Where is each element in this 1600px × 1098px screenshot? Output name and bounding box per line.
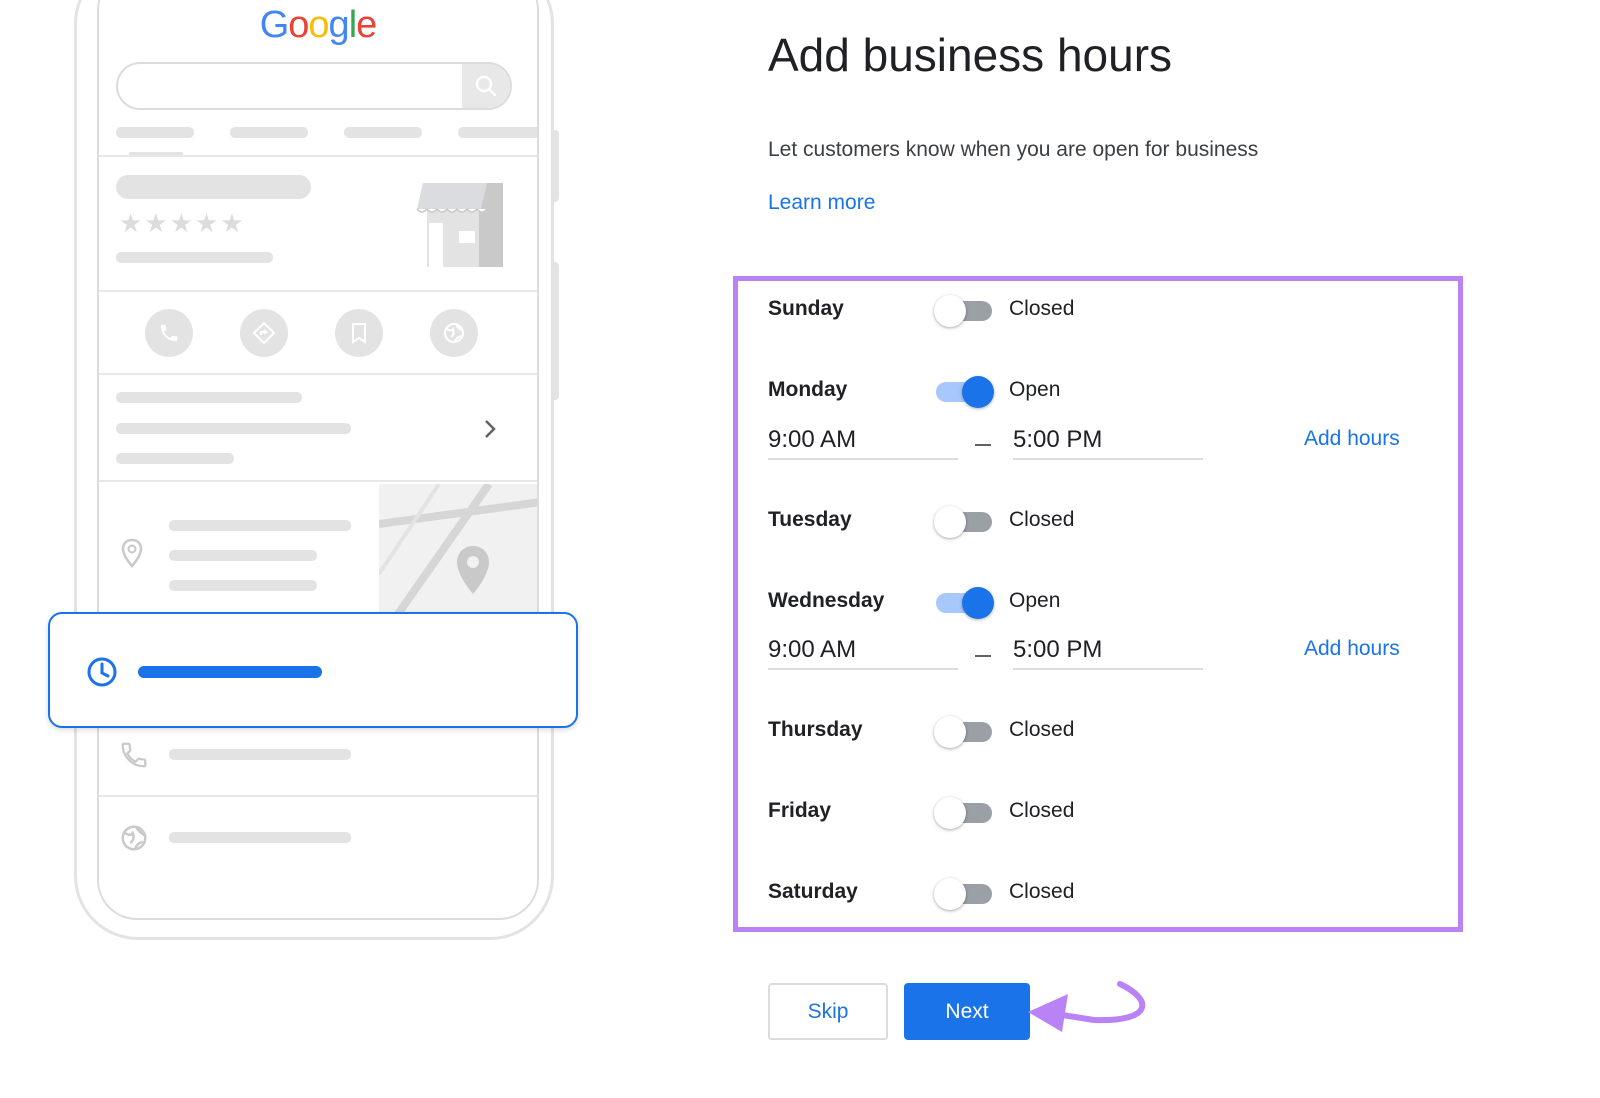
day-label-thursday: Thursday bbox=[768, 718, 863, 741]
monday-open-time-field[interactable]: 9:00 AM bbox=[768, 426, 958, 460]
mock-text-line bbox=[116, 423, 351, 434]
mock-divider bbox=[99, 155, 537, 157]
mock-tab bbox=[230, 127, 308, 138]
search-icon bbox=[462, 64, 510, 108]
mock-tab bbox=[458, 127, 537, 138]
time-range-dash bbox=[975, 444, 991, 446]
wednesday-add-hours-link[interactable]: Add hours bbox=[1304, 637, 1400, 661]
mock-address-line bbox=[169, 580, 317, 591]
learn-more-link[interactable]: Learn more bbox=[768, 191, 875, 215]
mock-rating-stars: ★★★★★ bbox=[119, 208, 246, 238]
phone-screen: Google ★★★★★ bbox=[97, 0, 539, 920]
mock-divider bbox=[99, 290, 537, 292]
mock-website-line bbox=[169, 832, 351, 843]
mock-business-detail bbox=[116, 252, 273, 263]
mock-hours-line bbox=[138, 666, 322, 678]
day-label-sunday: Sunday bbox=[768, 297, 844, 320]
location-pin-icon bbox=[121, 538, 143, 573]
day-label-tuesday: Tuesday bbox=[768, 508, 852, 531]
google-logo: Google bbox=[259, 4, 378, 46]
mock-search-box bbox=[116, 62, 512, 110]
mock-text-line bbox=[116, 392, 302, 403]
toggle-monday[interactable] bbox=[934, 376, 994, 408]
storefront-icon bbox=[411, 179, 507, 274]
time-range-dash bbox=[975, 655, 991, 657]
mock-divider bbox=[99, 373, 537, 375]
status-sunday: Closed bbox=[1009, 297, 1075, 320]
monday-add-hours-link[interactable]: Add hours bbox=[1304, 427, 1400, 451]
status-thursday: Closed bbox=[1009, 718, 1075, 741]
wednesday-close-time-field[interactable]: 5:00 PM bbox=[1013, 636, 1203, 670]
toggle-saturday[interactable] bbox=[934, 878, 994, 910]
mock-divider bbox=[99, 480, 537, 482]
mock-address-line bbox=[169, 520, 351, 531]
mock-text-line bbox=[116, 453, 234, 464]
day-label-wednesday: Wednesday bbox=[768, 589, 885, 612]
phone-icon bbox=[119, 740, 149, 775]
page-subtitle: Let customers know when you are open for… bbox=[768, 138, 1259, 161]
day-label-monday: Monday bbox=[768, 378, 848, 401]
globe-icon bbox=[119, 823, 149, 858]
mock-business-name bbox=[116, 175, 311, 199]
toggle-thursday[interactable] bbox=[934, 716, 994, 748]
wednesday-open-time-field[interactable]: 9:00 AM bbox=[768, 636, 958, 670]
next-button[interactable]: Next bbox=[904, 983, 1030, 1040]
status-wednesday: Open bbox=[1009, 589, 1061, 612]
toggle-friday[interactable] bbox=[934, 797, 994, 829]
pointer-arrow-icon bbox=[1024, 978, 1164, 1053]
status-tuesday: Closed bbox=[1009, 508, 1075, 531]
mock-tab bbox=[116, 127, 194, 138]
phone-side-button bbox=[551, 130, 559, 202]
directions-icon bbox=[240, 309, 288, 357]
phone-side-button bbox=[551, 262, 559, 400]
status-saturday: Closed bbox=[1009, 880, 1075, 903]
hours-highlight-card bbox=[48, 612, 578, 728]
status-monday: Open bbox=[1009, 378, 1061, 401]
day-label-friday: Friday bbox=[768, 799, 832, 822]
day-label-saturday: Saturday bbox=[768, 880, 858, 903]
mock-divider bbox=[99, 795, 537, 797]
mock-phone-line bbox=[169, 749, 351, 760]
clock-icon bbox=[86, 656, 118, 693]
bookmark-icon bbox=[335, 309, 383, 357]
phone-icon bbox=[145, 309, 193, 357]
globe-icon bbox=[430, 309, 478, 357]
page-title: Add business hours bbox=[768, 29, 1173, 81]
toggle-wednesday[interactable] bbox=[934, 587, 994, 619]
chevron-right-icon bbox=[483, 418, 497, 445]
toggle-sunday[interactable] bbox=[934, 295, 994, 327]
mock-map bbox=[379, 484, 537, 624]
toggle-tuesday[interactable] bbox=[934, 506, 994, 538]
skip-button[interactable]: Skip bbox=[768, 983, 888, 1040]
mock-tab bbox=[344, 127, 422, 138]
mock-address-line bbox=[169, 550, 317, 561]
status-friday: Closed bbox=[1009, 799, 1075, 822]
monday-close-time-field[interactable]: 5:00 PM bbox=[1013, 426, 1203, 460]
